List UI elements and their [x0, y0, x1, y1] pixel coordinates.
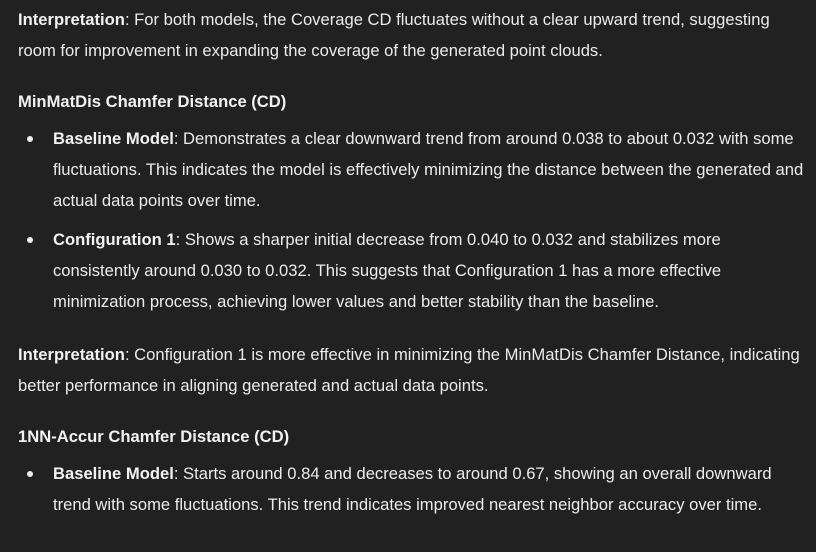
chat-message-content: Interpretation: For both models, the Cov…: [18, 4, 808, 520]
interpretation-paragraph: Interpretation: Configuration 1 is more …: [18, 339, 808, 401]
interpretation-paragraph: Interpretation: For both models, the Cov…: [18, 4, 808, 66]
item-label: Baseline Model: [53, 129, 174, 148]
interpretation-label: Interpretation: [18, 345, 125, 364]
bullet-icon: [27, 136, 33, 142]
list-item: Configuration 1: Shows a sharper initial…: [18, 224, 808, 317]
bullet-list-1nn: Baseline Model: Starts around 0.84 and d…: [18, 458, 808, 520]
bullet-icon: [27, 237, 33, 243]
section-heading-1nn: 1NN-Accur Chamfer Distance (CD): [18, 427, 290, 446]
list-item: Baseline Model: Demonstrates a clear dow…: [18, 123, 808, 216]
interpretation-label: Interpretation: [18, 10, 125, 29]
item-label: Baseline Model: [53, 464, 174, 483]
section-heading-minmatdis: MinMatDis Chamfer Distance (CD): [18, 92, 287, 111]
item-label: Configuration 1: [53, 230, 176, 249]
bullet-icon: [27, 471, 33, 477]
list-item: Baseline Model: Starts around 0.84 and d…: [18, 458, 808, 520]
bullet-list-minmatdis: Baseline Model: Demonstrates a clear dow…: [18, 123, 808, 317]
interpretation-text: : Configuration 1 is more effective in m…: [18, 345, 800, 395]
interpretation-text: : For both models, the Coverage CD fluct…: [18, 10, 770, 60]
